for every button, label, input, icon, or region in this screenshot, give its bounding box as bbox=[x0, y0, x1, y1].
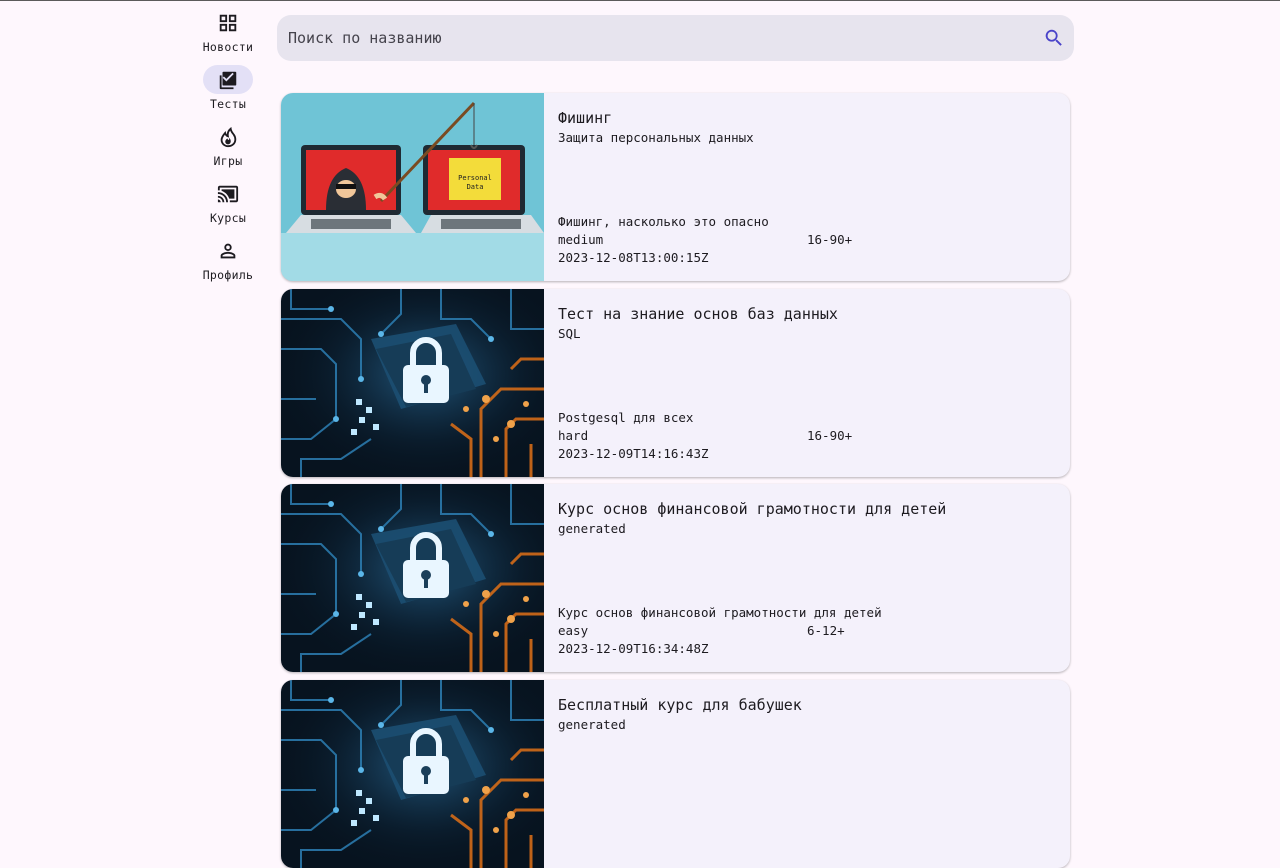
circuit-lock-image bbox=[281, 289, 544, 477]
card-age: 16-90+ bbox=[807, 428, 853, 443]
card-title: Тест на знание основ баз данных bbox=[558, 305, 838, 323]
flame-icon bbox=[203, 122, 253, 151]
card-title: Фишинг bbox=[558, 109, 613, 127]
search-icon bbox=[1045, 29, 1062, 46]
checklist-icon bbox=[203, 65, 253, 94]
nav-item-news[interactable]: Новости bbox=[196, 8, 260, 60]
card-title: Бесплатный курс для бабушек bbox=[558, 696, 802, 714]
search-input[interactable] bbox=[277, 15, 1017, 61]
nav-label-courses: Курсы bbox=[209, 211, 247, 225]
test-card[interactable]: Personal Data Фишинг Защита персональных… bbox=[281, 93, 1070, 281]
nav-item-tests[interactable]: Тесты bbox=[196, 65, 260, 117]
circuit-lock-image bbox=[281, 484, 544, 672]
card-age: 16-90+ bbox=[807, 232, 853, 247]
card-description: Postgesql для всех bbox=[558, 410, 694, 425]
card-subtitle: Защита персональных данных bbox=[558, 130, 754, 145]
search-button[interactable] bbox=[1040, 24, 1068, 52]
circuit-lock-image bbox=[281, 680, 544, 868]
card-description: Курс основ финансовой грамотности для де… bbox=[558, 605, 882, 620]
nav-item-games[interactable]: Игры bbox=[196, 122, 260, 174]
card-subtitle: SQL bbox=[558, 326, 581, 341]
test-card[interactable]: Курс основ финансовой грамотности для де… bbox=[281, 484, 1070, 672]
card-date: 2023-12-09T14:16:43Z bbox=[558, 446, 709, 461]
test-card[interactable]: Бесплатный курс для бабушек generated bbox=[281, 680, 1070, 868]
personal-data-text: Personal bbox=[458, 174, 492, 182]
card-date: 2023-12-09T16:34:48Z bbox=[558, 641, 709, 656]
card-description: Фишинг, насколько это опасно bbox=[558, 214, 769, 229]
personal-data-text-2: Data bbox=[467, 183, 484, 191]
nav-label-news: Новости bbox=[202, 40, 254, 54]
nav-item-courses[interactable]: Курсы bbox=[196, 179, 260, 231]
card-date: 2023-12-08T13:00:15Z bbox=[558, 250, 709, 265]
top-border bbox=[0, 0, 1280, 1]
cast-icon bbox=[203, 179, 253, 208]
test-card[interactable]: Тест на знание основ баз данных SQL Post… bbox=[281, 289, 1070, 477]
nav-item-profile[interactable]: Профиль bbox=[196, 236, 260, 288]
card-title: Курс основ финансовой грамотности для де… bbox=[558, 500, 947, 518]
search-bar bbox=[277, 15, 1074, 61]
phishing-illustration: Personal Data bbox=[281, 93, 544, 281]
nav-label-profile: Профиль bbox=[202, 268, 254, 282]
person-icon bbox=[203, 236, 253, 265]
card-age: 6-12+ bbox=[807, 623, 845, 638]
nav-label-tests: Тесты bbox=[209, 97, 247, 111]
card-level: hard bbox=[558, 428, 589, 443]
nav-label-games: Игры bbox=[213, 154, 243, 168]
grid-icon bbox=[203, 8, 253, 37]
card-level: easy bbox=[558, 623, 589, 638]
card-level: medium bbox=[558, 232, 604, 247]
card-subtitle: generated bbox=[558, 521, 626, 536]
